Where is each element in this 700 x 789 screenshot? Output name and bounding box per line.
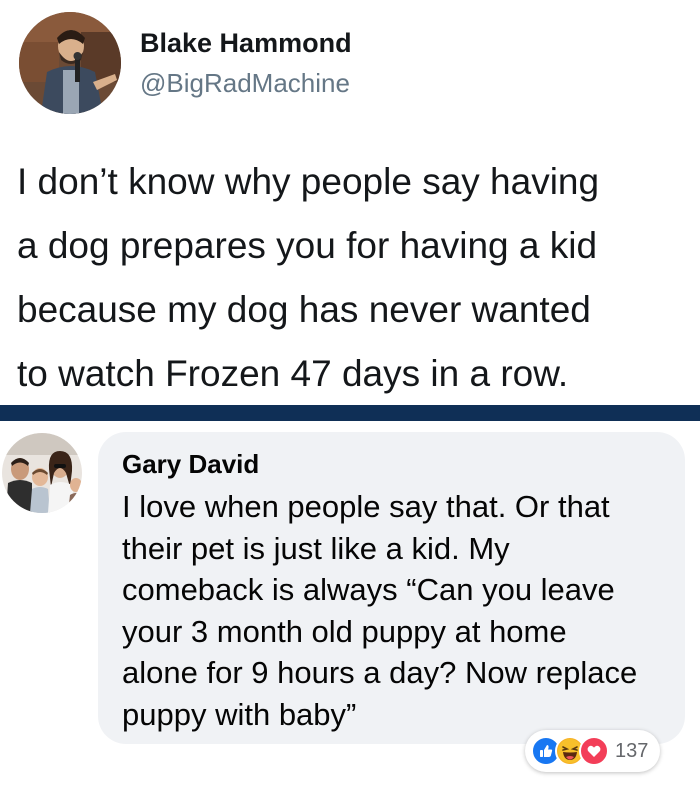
comment-text-line: alone for 9 hours a day? Now replace <box>122 655 638 690</box>
reactions-summary[interactable]: 137 <box>525 730 661 772</box>
comment-text-line: their pet is just like a kid. My <box>122 530 510 566</box>
comment-text-line: I love when people say that. Or that <box>122 489 610 524</box>
tweet-text: I don’t know why people say having a dog… <box>17 150 692 406</box>
commenter-avatar[interactable] <box>2 433 82 513</box>
comment-text-line: your 3 month old puppy at home <box>122 613 567 649</box>
tweet-text-line: a dog prepares you for having a kid <box>17 225 598 266</box>
comment-section: Gary David I love when people say that. … <box>0 421 700 789</box>
tweet-text-line: to watch Frozen 47 days in a row. <box>17 353 569 394</box>
comment-text-line: comeback is always “Can you leave <box>122 572 615 607</box>
reaction-count: 137 <box>615 739 649 762</box>
tweet-card: Blake Hammond @BigRadMachine I don’t kno… <box>0 0 700 404</box>
tweet-text-line: I don’t know why people say having <box>17 161 600 202</box>
avatar-photo-icon <box>19 12 121 114</box>
love-icon <box>579 736 609 766</box>
tweet-author-handle[interactable]: @BigRadMachine <box>140 68 350 99</box>
avatar-photo-icon <box>2 433 82 513</box>
comment-text-line: puppy with baby” <box>122 696 357 732</box>
commenter-name[interactable]: Gary David <box>122 449 259 480</box>
comment-text: I love when people say that. Or that the… <box>122 486 677 735</box>
tweet-text-line: because my dog has never wanted <box>17 289 591 330</box>
tweet-author-avatar[interactable] <box>19 12 121 114</box>
comment-bubble: Gary David I love when people say that. … <box>98 432 685 744</box>
tweet-author-name[interactable]: Blake Hammond <box>140 28 352 59</box>
section-divider <box>0 405 700 421</box>
